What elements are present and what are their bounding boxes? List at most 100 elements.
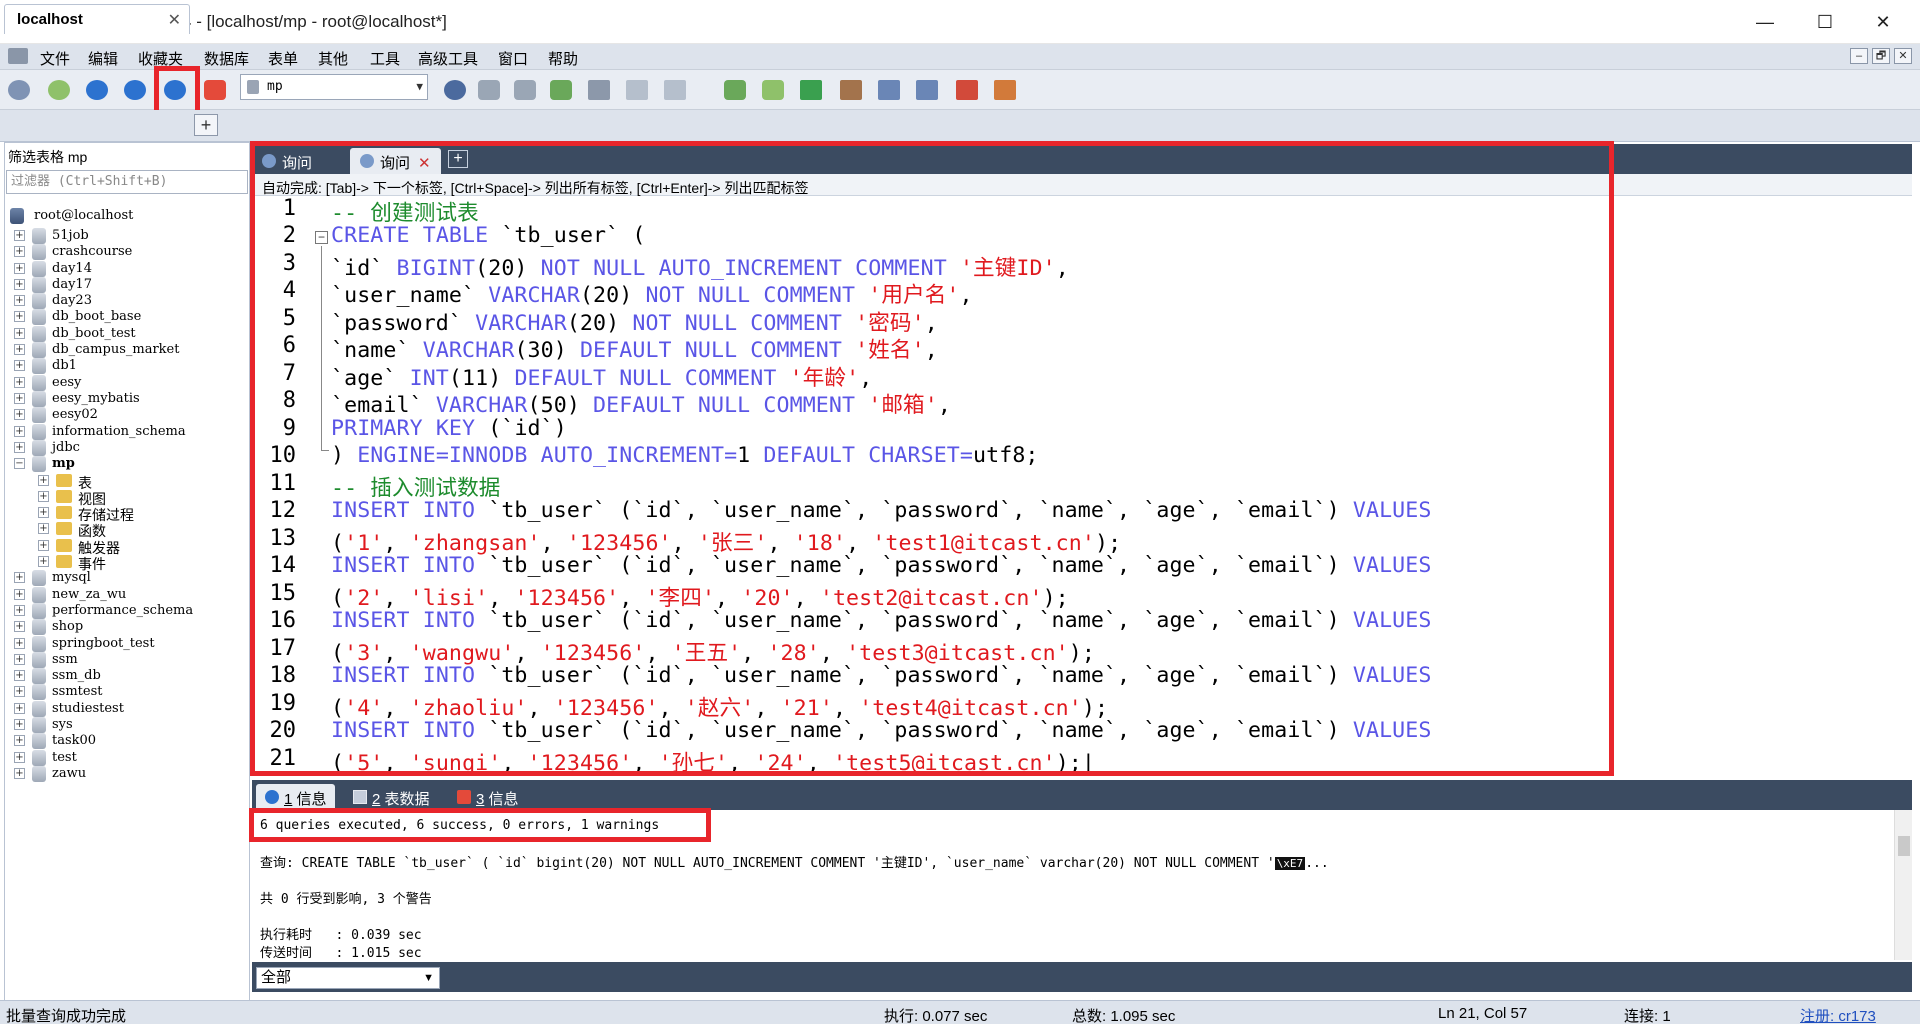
expand-icon[interactable]: +: [14, 360, 25, 371]
result-tab-table-data[interactable]: 2 表数据: [344, 784, 438, 810]
maximize-button[interactable]: ☐: [1796, 0, 1854, 44]
expand-icon[interactable]: +: [14, 572, 25, 583]
sync-icon[interactable]: [546, 76, 576, 104]
tree-item-label: mysql: [52, 570, 91, 585]
grid-icon[interactable]: [952, 76, 982, 104]
result-filter-select[interactable]: 全部 ▼: [256, 967, 440, 989]
status-exec-time: 执行: 0.077 sec: [884, 1008, 988, 1025]
tree-item-label: db1: [52, 358, 77, 373]
expand-icon[interactable]: +: [38, 540, 49, 551]
user-icon[interactable]: [440, 76, 470, 104]
expand-icon[interactable]: +: [14, 426, 25, 437]
close-icon[interactable]: ✕: [168, 10, 181, 30]
stop-icon[interactable]: [200, 76, 230, 104]
connect-icon[interactable]: [44, 76, 74, 104]
mdi-close-button[interactable]: ✕: [1894, 48, 1912, 64]
table-icon[interactable]: [622, 76, 652, 104]
add-connection-tab-button[interactable]: +: [194, 114, 218, 136]
expand-icon[interactable]: +: [14, 752, 25, 763]
expand-icon[interactable]: +: [14, 654, 25, 665]
expand-icon[interactable]: +: [14, 670, 25, 681]
expand-icon[interactable]: +: [14, 377, 25, 388]
scrollbar-thumb[interactable]: [1898, 836, 1910, 856]
tree-item-label: db_campus_market: [52, 342, 180, 357]
query-builder-icon[interactable]: [796, 76, 826, 104]
menu-table[interactable]: 表单: [268, 48, 298, 69]
result-tab-info[interactable]: 1 信息: [256, 784, 335, 810]
menu-edit[interactable]: 编辑: [88, 48, 118, 69]
expand-icon[interactable]: +: [14, 328, 25, 339]
expand-icon[interactable]: +: [14, 686, 25, 697]
expand-icon[interactable]: +: [14, 621, 25, 632]
database-icon: [32, 358, 46, 374]
backup-icon[interactable]: [474, 76, 504, 104]
expand-icon[interactable]: +: [14, 442, 25, 453]
copy-icon[interactable]: [660, 76, 690, 104]
database-select[interactable]: mp ▼: [240, 74, 428, 100]
menu-other[interactable]: 其他: [318, 48, 348, 69]
tree-root[interactable]: root@localhost: [4, 206, 250, 226]
tree-item-label: studiestest: [52, 701, 124, 716]
tree-item-database[interactable]: + zawu: [4, 764, 250, 784]
result-tab-info-2[interactable]: 3 信息: [448, 784, 527, 810]
expand-icon[interactable]: +: [14, 638, 25, 649]
expand-icon[interactable]: +: [14, 703, 25, 714]
expand-icon[interactable]: +: [14, 393, 25, 404]
schema-icon[interactable]: [584, 76, 614, 104]
menu-tools[interactable]: 工具: [370, 48, 400, 69]
tree-item-label: ssm_db: [52, 668, 101, 683]
expand-icon[interactable]: +: [14, 344, 25, 355]
restore-icon[interactable]: [510, 76, 540, 104]
expand-icon[interactable]: +: [14, 768, 25, 779]
filter-input[interactable]: 过滤器 (Ctrl+Shift+B): [6, 170, 248, 194]
tree-item-label: zawu: [52, 766, 87, 781]
expand-icon[interactable]: +: [14, 246, 25, 257]
export-icon[interactable]: [758, 76, 788, 104]
expand-icon[interactable]: +: [14, 735, 25, 746]
menu-advanced-tools[interactable]: 高级工具: [418, 48, 478, 69]
server-icon: [10, 208, 24, 224]
encoding-badge: \xE7: [1274, 857, 1306, 870]
expand-icon[interactable]: +: [14, 230, 25, 241]
result-affected: 共 0 行受到影响, 3 个警告: [260, 892, 432, 907]
expand-icon[interactable]: +: [14, 311, 25, 322]
database-icon: [32, 407, 46, 423]
new-connection-icon[interactable]: [4, 76, 34, 104]
chevron-down-icon: ▼: [416, 80, 423, 93]
schema-designer-icon[interactable]: [836, 76, 866, 104]
menu-file[interactable]: 文件: [40, 48, 70, 69]
expand-icon[interactable]: +: [38, 491, 49, 502]
relations-icon[interactable]: [990, 76, 1020, 104]
folder-icon: [56, 522, 72, 535]
expand-icon[interactable]: +: [14, 605, 25, 616]
result-scrollbar[interactable]: [1894, 810, 1912, 960]
expand-icon[interactable]: +: [14, 263, 25, 274]
expand-icon[interactable]: +: [14, 589, 25, 600]
expand-icon[interactable]: +: [38, 556, 49, 567]
report-icon[interactable]: [912, 76, 942, 104]
connection-tab-localhost[interactable]: localhost ✕: [4, 4, 190, 34]
minimize-button[interactable]: —: [1736, 0, 1794, 44]
collapse-icon[interactable]: −: [14, 458, 25, 469]
menu-window[interactable]: 窗口: [498, 48, 528, 69]
import-icon[interactable]: [720, 76, 750, 104]
scheduled-job-icon[interactable]: [874, 76, 904, 104]
expand-icon[interactable]: +: [14, 279, 25, 290]
result-filter-value: 全部: [261, 969, 292, 986]
mdi-restore-button[interactable]: 🗗: [1872, 48, 1890, 64]
menu-database[interactable]: 数据库: [204, 48, 249, 69]
expand-icon[interactable]: +: [14, 719, 25, 730]
expand-icon[interactable]: +: [38, 475, 49, 486]
expand-icon[interactable]: +: [38, 507, 49, 518]
menu-help[interactable]: 帮助: [548, 48, 578, 69]
execute-all-icon[interactable]: [120, 76, 150, 104]
mdi-minimize-button[interactable]: –: [1850, 48, 1868, 64]
execute-query-icon[interactable]: [82, 76, 112, 104]
register-link[interactable]: 注册: cr173: [1800, 1005, 1876, 1026]
expand-icon[interactable]: +: [14, 409, 25, 420]
expand-icon[interactable]: +: [14, 295, 25, 306]
folder-icon: [56, 539, 72, 552]
expand-icon[interactable]: +: [38, 523, 49, 534]
close-button[interactable]: ✕: [1854, 0, 1912, 44]
database-icon: [32, 244, 46, 260]
